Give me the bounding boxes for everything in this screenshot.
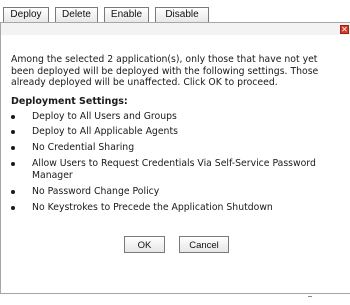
close-icon[interactable]: ✕: [340, 25, 349, 34]
disable-button[interactable]: Disable: [155, 7, 209, 23]
bullet-icon: [11, 146, 15, 150]
setting-text: Deploy to All Applicable Agents: [32, 126, 178, 137]
setting-text: No Keystrokes to Precede the Application…: [32, 202, 273, 213]
bullet-icon: [11, 206, 15, 210]
setting-text: Deploy to All Users and Groups: [32, 111, 177, 122]
ok-button[interactable]: OK: [124, 236, 165, 253]
bullet-icon: [11, 130, 15, 134]
resize-grip-icon[interactable]: [308, 296, 312, 300]
cancel-button[interactable]: Cancel: [179, 236, 229, 253]
enable-button[interactable]: Enable: [104, 7, 149, 23]
setting-text: No Credential Sharing: [32, 142, 135, 153]
bullet-icon: [11, 162, 15, 166]
dialog-message: Among the selected 2 application(s), onl…: [11, 54, 319, 88]
setting-text: No Password Change Policy: [32, 186, 160, 197]
setting-text: Allow Users to Request Credentials Via S…: [32, 158, 316, 181]
deployment-settings-title: Deployment Settings:: [11, 96, 128, 107]
deploy-button[interactable]: Deploy: [3, 7, 49, 23]
bullet-icon: [11, 115, 15, 119]
deployment-dialog: ✕ Among the selected 2 application(s), o…: [0, 22, 350, 294]
dialog-titlebar: ✕: [1, 23, 350, 35]
bullet-icon: [11, 190, 15, 194]
delete-button[interactable]: Delete: [55, 7, 98, 23]
